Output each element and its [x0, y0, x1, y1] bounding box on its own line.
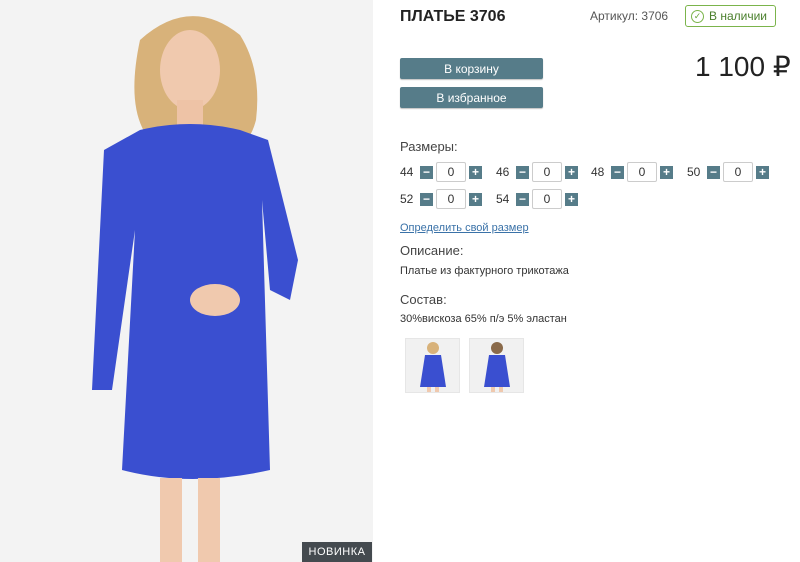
plus-button[interactable]: +: [565, 165, 578, 179]
composition-text: 30%вискоза 65% п/э 5% эластан: [400, 313, 567, 325]
minus-button[interactable]: −: [516, 192, 529, 206]
quantity-input[interactable]: 0: [436, 162, 466, 182]
thumbnail-image: [420, 342, 446, 392]
model-image: [0, 0, 373, 562]
quantity-input[interactable]: 0: [723, 162, 753, 182]
quantity-input[interactable]: 0: [436, 189, 466, 209]
size-value: 50: [687, 165, 701, 179]
size-selector-46: 46 − 0 +: [496, 162, 578, 182]
product-price: 1 100 ₽: [695, 51, 791, 82]
product-title: ПЛАТЬЕ 3706: [400, 8, 506, 25]
check-circle-icon: ✓: [691, 9, 704, 23]
size-selector-52: 52 − 0 +: [400, 189, 482, 209]
quantity-input[interactable]: 0: [532, 189, 562, 209]
quantity-input[interactable]: 0: [532, 162, 562, 182]
minus-button[interactable]: −: [611, 165, 624, 179]
size-guide-link[interactable]: Определить свой размер: [400, 222, 529, 234]
product-photo[interactable]: НОВИНКА: [0, 0, 373, 562]
size-selector-54: 54 − 0 +: [496, 189, 578, 209]
size-value: 44: [400, 165, 414, 179]
size-value: 54: [496, 192, 510, 206]
article-number: Артикул: 3706: [590, 9, 669, 23]
plus-button[interactable]: +: [469, 165, 482, 179]
plus-button[interactable]: +: [469, 192, 482, 206]
new-badge: НОВИНКА: [302, 542, 372, 562]
minus-button[interactable]: −: [420, 192, 433, 206]
size-selector-50: 50 − 0 +: [687, 162, 769, 182]
size-value: 48: [591, 165, 605, 179]
size-value: 46: [496, 165, 510, 179]
stock-badge: ✓ В наличии: [685, 5, 777, 27]
plus-button[interactable]: +: [565, 192, 578, 206]
minus-button[interactable]: −: [420, 165, 433, 179]
add-to-cart-button[interactable]: В корзину: [400, 58, 543, 79]
composition-label: Состав:: [400, 292, 447, 307]
size-selector-48: 48 − 0 +: [591, 162, 673, 182]
minus-button[interactable]: −: [707, 165, 720, 179]
minus-button[interactable]: −: [516, 165, 529, 179]
size-value: 52: [400, 192, 414, 206]
plus-button[interactable]: +: [756, 165, 769, 179]
thumbnail-image: [484, 342, 510, 392]
stock-label: В наличии: [709, 9, 768, 23]
thumbnail-1[interactable]: [405, 338, 460, 393]
description-text: Платье из фактурного трикотажа: [400, 265, 569, 277]
sizes-label: Размеры:: [400, 139, 458, 154]
quantity-input[interactable]: 0: [627, 162, 657, 182]
add-to-favorites-button[interactable]: В избранное: [400, 87, 543, 108]
description-label: Описание:: [400, 243, 464, 258]
plus-button[interactable]: +: [660, 165, 673, 179]
size-selector-44: 44 − 0 +: [400, 162, 482, 182]
thumbnail-2[interactable]: [469, 338, 524, 393]
